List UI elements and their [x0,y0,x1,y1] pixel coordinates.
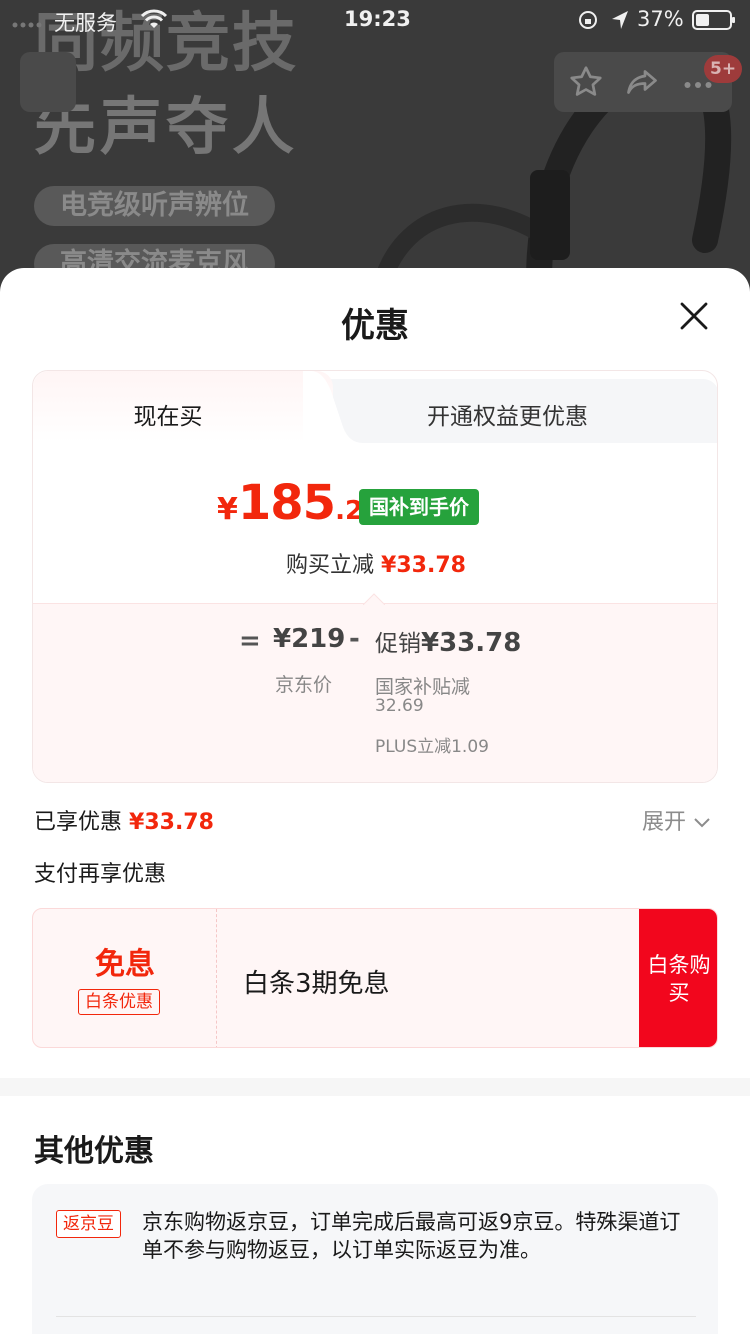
share-icon[interactable] [624,64,660,100]
national-subsidy-label: 国家补贴减 [375,676,471,698]
plus-discount: PLUS立减1.09 [375,737,489,757]
offer-separator [56,1316,696,1317]
battery-icon [692,10,735,30]
section-divider [0,1078,750,1096]
instant-discount-value: ¥33.78 [381,553,466,578]
tab-slope [303,371,363,443]
promo-label: 促销 [375,631,421,657]
discount-sheet: 优惠 现在买 开通权益更优惠 ¥185.22 国补到手价 购买立减 ¥33.78 [0,268,750,1334]
breakdown-caret [363,593,385,605]
final-price: ¥185.22 [217,475,381,531]
back-button[interactable] [20,52,76,112]
instant-discount-label: 购买立减 [286,553,375,578]
price-breakdown: = ¥219 京东价 - 促销¥33.78 国家补贴减 32.69 PLUS立减… [33,593,717,782]
clock: 19:23 [344,7,411,31]
baitiao-offer-card[interactable]: 免息 白条优惠 白条3期免息 白条购买 [32,908,718,1048]
price-currency: ¥ [217,492,238,527]
chevron-down-icon [694,818,710,828]
equals-sign: = [239,626,261,656]
signal-icon [12,22,42,28]
sheet-title: 优惠 [341,306,409,346]
baitiao-offer-main: 免息 [95,947,155,982]
minus-sign: - [349,624,360,654]
jd-bean-tag: 返京豆 [56,1210,121,1238]
expand-label: 展开 [642,810,687,835]
baitiao-offer-tag: 白条优惠 [78,989,160,1015]
enjoyed-discount: 已享优惠 ¥33.78 [34,804,214,836]
baitiao-offer-left: 免息 白条优惠 [33,909,217,1047]
price-card: 现在买 开通权益更优惠 ¥185.22 国补到手价 购买立减 ¥33.78 = … [32,370,718,783]
feature-pill-1: 电竞级听声辨位 [34,186,275,226]
location-arrow-icon [612,11,628,29]
enjoyed-label: 已享优惠 [34,810,123,835]
battery-percent: 37% [637,7,684,31]
price-tabs: 现在买 开通权益更优惠 [33,371,717,443]
jd-price-value: ¥219 [273,624,346,654]
payment-offers-title: 支付再享优惠 [34,862,167,887]
promo-value: ¥33.78 [421,628,522,658]
instant-discount: 购买立减 ¥33.78 [33,547,717,579]
tab-membership[interactable]: 开通权益更优惠 [363,397,663,431]
favorite-star-icon[interactable] [568,64,604,100]
wifi-icon [140,9,168,28]
enjoyed-value: ¥33.78 [129,810,214,835]
orientation-lock-icon [579,11,597,29]
tab-buy-now[interactable]: 现在买 [33,397,303,431]
jd-price-label: 京东价 [275,674,333,696]
baitiao-buy-button[interactable]: 白条购买 [639,909,717,1047]
product-page-background: 同频竞技 先声夺人 电竞级听声辨位 高清交流麦克风 5+ [0,0,750,300]
promo-total: 促销¥33.78 [375,624,521,658]
baitiao-offer-desc: 白条3期免息 [243,969,390,999]
price-integer: 185 [237,475,336,531]
subsidy-price-tag: 国补到手价 [359,489,479,525]
jd-bean-description: 京东购物返京豆，订单完成后最高可返9京豆。特殊渠道订单不参与购物返豆，以订单实际… [142,1210,681,1262]
expand-button[interactable]: 展开 [642,804,710,836]
other-offer-card: 返京豆 京东购物返京豆，订单完成后最高可返9京豆。特殊渠道订单不参与购物返豆，以… [32,1184,718,1334]
other-offers-title: 其他优惠 [34,1134,154,1169]
cart-count-badge: 5+ [704,55,743,83]
carrier-label: 无服务 [54,11,117,35]
close-icon[interactable] [676,298,712,334]
final-price-area: ¥185.22 国补到手价 购买立减 ¥33.78 [33,443,717,603]
status-bar: 无服务 19:23 37% [0,0,750,40]
national-subsidy-value: 32.69 [375,696,424,716]
